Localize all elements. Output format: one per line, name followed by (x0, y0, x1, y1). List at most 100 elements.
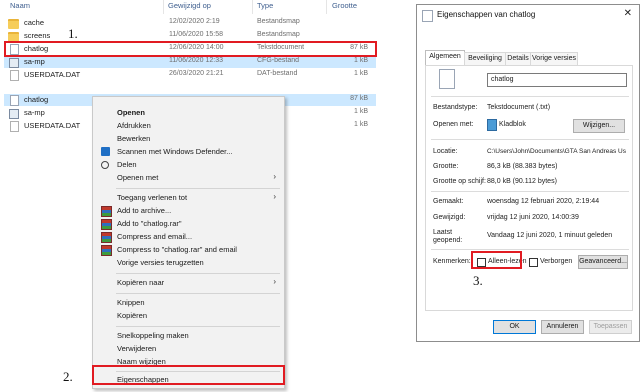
label-size-on-disk: Grootte op schijf: (433, 178, 486, 185)
tab-beveiliging[interactable]: Beveiliging (464, 52, 506, 65)
menu-item-label: Vorige versies terugzetten (117, 258, 204, 267)
winrar-icon (101, 245, 112, 256)
value-opens-with: Kladblok (499, 121, 526, 128)
label-location: Locatie: (433, 148, 458, 155)
tab-details[interactable]: Details (505, 52, 531, 65)
column-header-date[interactable]: Gewijzigd op (168, 1, 211, 10)
menu-item-openen-met[interactable]: Openen met › (93, 171, 284, 184)
menu-item-openen[interactable]: Openen (93, 106, 284, 119)
column-header-name[interactable]: Naam (10, 1, 30, 10)
label-accessed-line2: geopend: (433, 237, 463, 244)
menu-item-afdrukken[interactable]: Afdrukken (93, 119, 284, 132)
file-size: 1 kB (353, 70, 368, 77)
menu-item-label: Add to archive... (117, 206, 172, 215)
column-header-type[interactable]: Type (257, 1, 273, 10)
tab-vorige-versies[interactable]: Vorige versies (530, 52, 578, 65)
file-name: USERDATA.DAT (24, 121, 81, 130)
hidden-checkbox[interactable] (529, 258, 538, 267)
windows-defender-icon (101, 147, 110, 156)
file-date: 12/02/2020 2:19 (169, 18, 220, 25)
value-size: 86,3 kB (88.383 bytes) (487, 163, 558, 170)
menu-item-scan-defender[interactable]: Scannen met Windows Defender... (93, 145, 284, 158)
file-name: sa-mp (24, 108, 45, 117)
menu-item-label: Kopiëren (117, 311, 148, 320)
menu-item-label: Compress and email... (117, 232, 193, 241)
file-size: 1 kB (353, 108, 368, 115)
file-row-userdata[interactable]: USERDATA.DAT 26/03/2020 21:21 DAT-bestan… (4, 69, 376, 81)
menu-item-label: Bewerken (117, 134, 151, 143)
label-created: Gemaakt: (433, 198, 464, 205)
menu-item-vorige-versies[interactable]: Vorige versies terugzetten (93, 256, 284, 269)
config-file-icon (9, 109, 19, 119)
share-icon (101, 161, 109, 169)
step-1-label: 1. (68, 26, 78, 41)
label-size: Grootte: (433, 163, 459, 170)
file-type: DAT-bestand (257, 70, 298, 77)
winrar-icon (101, 232, 112, 243)
label-opens-with: Openen met: (433, 121, 474, 128)
value-filetype: Tekstdocument (.txt) (487, 104, 551, 111)
value-size-on-disk: 88,0 kB (90.112 bytes) (487, 178, 557, 185)
dat-file-icon (10, 70, 19, 81)
ok-button[interactable]: OK (493, 320, 536, 334)
file-type: Bestandsmap (257, 31, 300, 38)
highlight-chatlog-row (4, 41, 377, 57)
step-2-label: 2. (63, 369, 73, 384)
file-size: 1 kB (353, 121, 368, 128)
menu-item-bewerken[interactable]: Bewerken (93, 132, 284, 145)
menu-item-label: Add to "chatlog.rar" (117, 219, 182, 228)
label-modified: Gewijzigd: (433, 214, 466, 221)
apply-button: Toepassen (589, 320, 632, 334)
submenu-arrow-icon: › (273, 192, 276, 201)
menu-item-label: Knippen (117, 298, 145, 307)
advanced-button[interactable]: Geavanceerd... (578, 255, 628, 269)
menu-item-label: Delen (117, 160, 137, 169)
file-row-sa-mp[interactable]: sa-mp 11/06/2020 12:33 CFG-bestand 1 kB (4, 56, 376, 68)
menu-item-compress-rar-email[interactable]: Compress to "chatlog.rar" and email (93, 243, 284, 256)
menu-item-snelkoppeling[interactable]: Snelkoppeling maken (93, 329, 284, 342)
menu-item-kopieren[interactable]: Kopiëren (93, 309, 284, 322)
menu-item-knippen[interactable]: Knippen (93, 296, 284, 309)
hidden-label[interactable]: Verborgen (540, 258, 572, 265)
menu-item-add-archive[interactable]: Add to archive... (93, 204, 284, 217)
config-file-icon (9, 58, 19, 68)
file-date: 11/06/2020 15:58 (169, 31, 223, 38)
menu-item-add-chatlog-rar[interactable]: Add to "chatlog.rar" (93, 217, 284, 230)
general-tab-pane (425, 65, 633, 311)
submenu-arrow-icon: › (273, 277, 276, 286)
tab-algemeen[interactable]: Algemeen (425, 50, 465, 66)
column-header-size[interactable]: Grootte (332, 1, 357, 10)
menu-item-label: Scannen met Windows Defender... (117, 147, 233, 156)
menu-item-delen[interactable]: Delen (93, 158, 284, 171)
value-accessed: Vandaag 12 juni 2020, 1 minuut geleden (487, 232, 613, 239)
menu-item-label: Kopiëren naar (117, 278, 165, 287)
submenu-arrow-icon: › (273, 172, 276, 181)
filename-input[interactable]: chatlog (487, 73, 627, 87)
file-type: Bestandsmap (257, 18, 300, 25)
menu-item-verwijderen[interactable]: Verwijderen (93, 342, 284, 355)
file-name: USERDATA.DAT (24, 70, 81, 79)
label-filetype: Bestandstype: (433, 104, 478, 111)
file-type: CFG-bestand (257, 57, 300, 64)
cancel-button[interactable]: Annuleren (541, 320, 584, 334)
dat-file-icon (10, 121, 19, 132)
menu-item-kopieren-naar[interactable]: Kopiëren naar › (93, 276, 284, 289)
menu-item-label: Afdrukken (117, 121, 151, 130)
menu-item-compress-email[interactable]: Compress and email... (93, 230, 284, 243)
menu-item-label: Compress to "chatlog.rar" and email (117, 245, 237, 254)
file-type-large-icon (439, 69, 455, 89)
file-date: 11/06/2020 12:33 (169, 57, 223, 64)
menu-item-label: Openen met (117, 173, 159, 182)
file-name: screens (24, 31, 51, 40)
file-name: sa-mp (24, 57, 45, 66)
file-date: 26/03/2020 21:21 (169, 70, 224, 77)
change-button[interactable]: Wijzigen... (573, 119, 625, 133)
file-name: cache (24, 18, 45, 27)
close-icon[interactable]: ✕ (624, 8, 632, 19)
file-size: 87 kB (350, 95, 368, 102)
menu-item-toegang[interactable]: Toegang verlenen tot › (93, 191, 284, 204)
context-menu: Openen Afdrukken Bewerken Scannen met Wi… (92, 96, 285, 389)
text-document-icon (422, 10, 433, 22)
file-row-cache[interactable]: cache 12/02/2020 2:19 Bestandsmap (4, 17, 376, 29)
menu-item-label: Openen (117, 108, 145, 117)
